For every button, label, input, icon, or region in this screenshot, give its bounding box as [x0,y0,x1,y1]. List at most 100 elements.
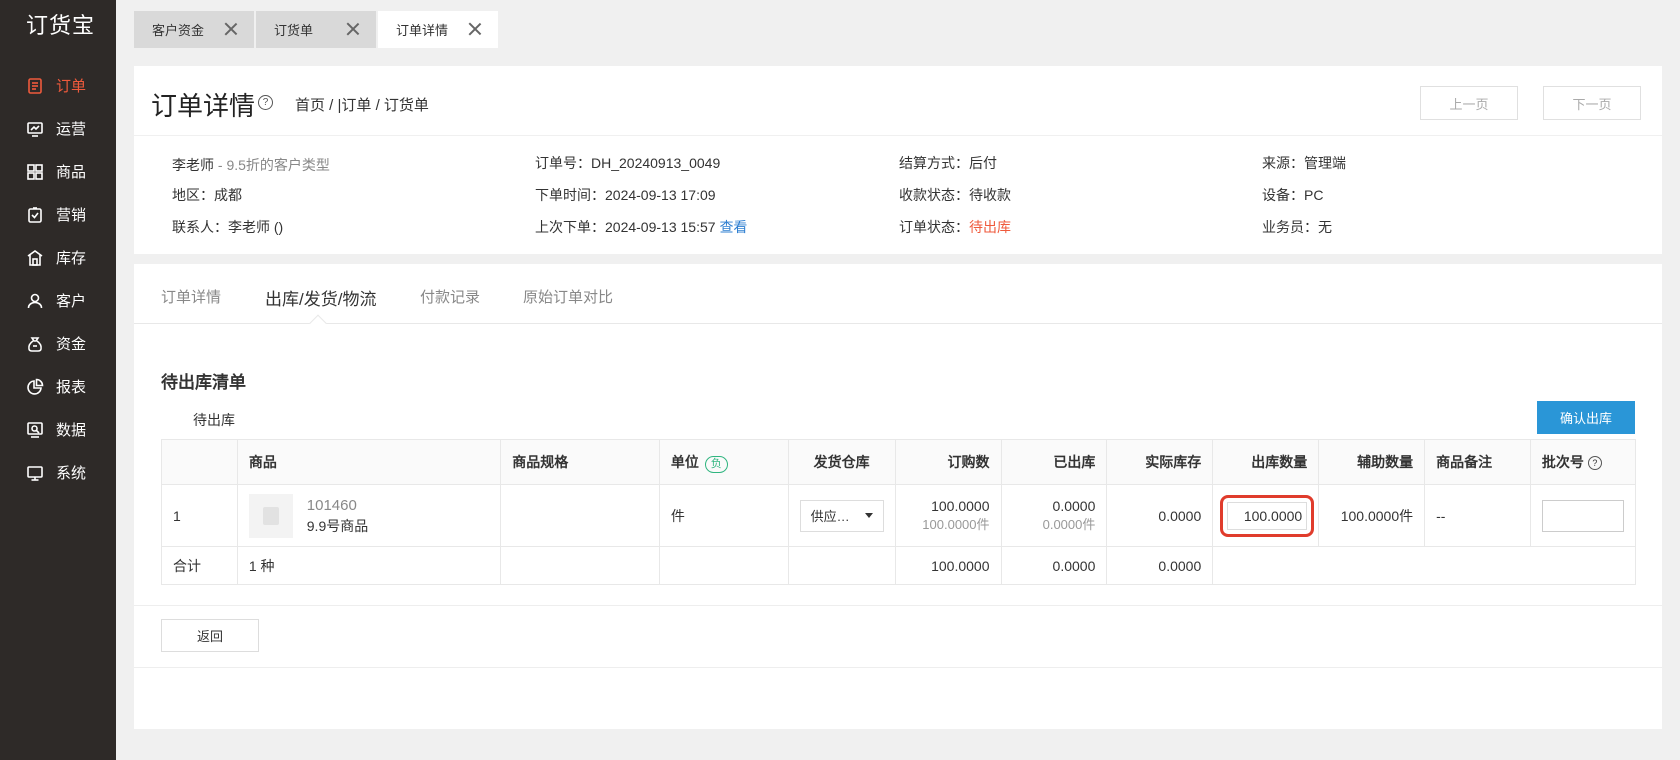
negative-badge: 负 [704,455,728,473]
total-empty [787,546,896,585]
sidebar-item-data[interactable]: 数据 [0,408,116,451]
product-thumbnail [248,493,293,538]
next-page-button[interactable]: 下一页 [1543,86,1641,120]
divider [134,135,1662,136]
ordered-qty: 100.0000 100.0000件 [894,484,1002,547]
sidebar-item-goods[interactable]: 商品 [0,150,116,193]
close-icon[interactable] [224,22,238,36]
total-kinds: 1 种 [236,546,502,585]
warehouse-select[interactable]: 供应… [799,499,884,532]
close-icon[interactable] [468,22,482,36]
total-empty [1212,546,1636,585]
product-spec [500,484,660,547]
shipment-card: 订单详情 出库/发货/物流 付款记录 原始订单对比 待出库清单 待出库 确认出库… [134,264,1662,729]
ordered-sub: 100.0000件 [922,517,990,532]
product-unit: 件 [658,484,789,547]
money-bag-icon [26,335,44,353]
tab-customer-funds[interactable]: 客户资金 [134,11,254,48]
sidebar-item-label: 报表 [56,379,87,396]
sidebar-item-label: 库存 [56,250,87,267]
sidebar-item-customer[interactable]: 客户 [0,279,116,322]
section-subtitle: 待出库 [193,412,235,428]
close-icon[interactable] [346,22,360,36]
order-status: 订单状态：待出库 [899,217,1011,237]
tab-order-detail[interactable]: 订单详情 [378,11,498,48]
row-index: 1 [161,484,238,547]
total-shipped: 0.0000 [1000,546,1108,585]
stock-qty: 0.0000 [1106,484,1214,547]
warehouse-value: 供应… [810,509,850,524]
last-order-time: 上次下单：2024-09-13 15:57 [535,219,716,235]
aux-qty: 100.0000件 [1318,484,1426,547]
header-label: 单位 [670,453,699,470]
order-header-card: 订单详情 ? 首页 / |订单 / 订货单 上一页 下一页 李老师 - 9.5折… [134,66,1662,254]
shipped-qty: 0.0000 0.0000件 [1000,484,1108,547]
order-number: 订单号：DH_20240913_0049 [535,155,721,171]
sidebar-nav: 订单 运营 商品 营销 库存 客户 资金 报表 数据 系统 [0,64,116,494]
region: 地区：成都 [172,187,242,203]
tab-original-order-compare[interactable]: 原始订单对比 [523,286,613,307]
sidebar-item-label: 运营 [56,121,87,138]
payment-status: 收款状态：待收款 [899,187,1011,203]
active-tab-indicator [309,314,327,332]
warehouse-icon [26,249,44,267]
sidebar-item-money[interactable]: 资金 [0,322,116,365]
ordered-value: 100.0000 [931,498,990,514]
tab-shipping-logistics[interactable]: 出库/发货/物流 [265,285,376,310]
back-button[interactable]: 返回 [161,619,259,652]
tab-payment-records[interactable]: 付款记录 [420,286,480,307]
sidebar: 订货宝 订单 运营 商品 营销 库存 客户 资金 报表 数据 系统 [0,0,116,760]
column-header-out-qty: 出库数量 [1212,439,1320,485]
detail-tabs: 订单详情 出库/发货/物流 付款记录 原始订单对比 [134,264,1662,332]
total-ordered: 100.0000 [894,546,1002,585]
batch-number-input[interactable] [1541,499,1624,532]
settlement: 结算方式：后付 [899,155,997,171]
tab-purchase-orders[interactable]: 订货单 [256,11,376,48]
column-header-aux-qty: 辅助数量 [1318,439,1426,485]
sidebar-item-operations[interactable]: 运营 [0,107,116,150]
sidebar-item-order[interactable]: 订单 [0,64,116,107]
column-header-ordered: 订购数 [894,439,1002,485]
tab-label: 客户资金 [152,23,205,38]
monitor-icon [26,464,44,482]
shipped-value: 0.0000 [1052,498,1096,514]
last-order: 上次下单：2024-09-13 15:57 查看 [535,217,747,237]
sidebar-item-label: 订单 [56,78,87,95]
sidebar-item-report[interactable]: 报表 [0,365,116,408]
contact: 联系人：李老师 () [172,219,284,235]
sidebar-item-warehouse[interactable]: 库存 [0,236,116,279]
status-badge: 待出库 [969,219,1011,235]
product-cell: 101460 9.9号商品 [236,484,502,547]
sidebar-item-label: 商品 [56,164,87,181]
sidebar-item-marketing[interactable]: 营销 [0,193,116,236]
breadcrumb[interactable]: 首页 / |订单 / 订货单 [295,94,429,115]
help-icon[interactable]: ? [1587,456,1602,471]
data-search-icon [26,421,44,439]
sidebar-item-label: 客户 [56,293,87,310]
customer-info: 李老师 - 9.5折的客户类型 [172,155,330,175]
column-header-goods: 商品 [236,439,502,485]
view-link[interactable]: 查看 [719,219,747,235]
confirm-shipment-button[interactable]: 确认出库 [1537,401,1635,434]
divider [134,605,1662,606]
sidebar-item-system[interactable]: 系统 [0,451,116,494]
tab-order-info[interactable]: 订单详情 [161,286,221,307]
total-label: 合计 [161,546,238,585]
tab-label: 订单详情 [396,23,449,38]
column-header-batch: 批次号? [1529,439,1637,485]
out-qty-cell [1212,484,1320,547]
sidebar-item-label: 系统 [56,465,87,482]
out-qty-input[interactable] [1227,501,1308,530]
batch-cell [1529,484,1637,547]
shipped-sub: 0.0000件 [1042,517,1096,532]
total-empty [658,546,789,585]
prev-page-button[interactable]: 上一页 [1420,86,1518,120]
product-remark: -- [1424,484,1531,547]
total-stock: 0.0000 [1106,546,1214,585]
page-title: 订单详情 [151,91,256,121]
sidebar-item-label: 数据 [56,422,87,439]
warehouse-cell: 供应… [787,484,896,547]
pending-shipment-table: 商品 商品规格 单位 负 发货仓库 订购数 已出库 实际库存 出库数量 辅助数量… [161,439,1637,585]
column-header-stock: 实际库存 [1106,439,1214,485]
help-icon[interactable]: ? [258,95,273,110]
